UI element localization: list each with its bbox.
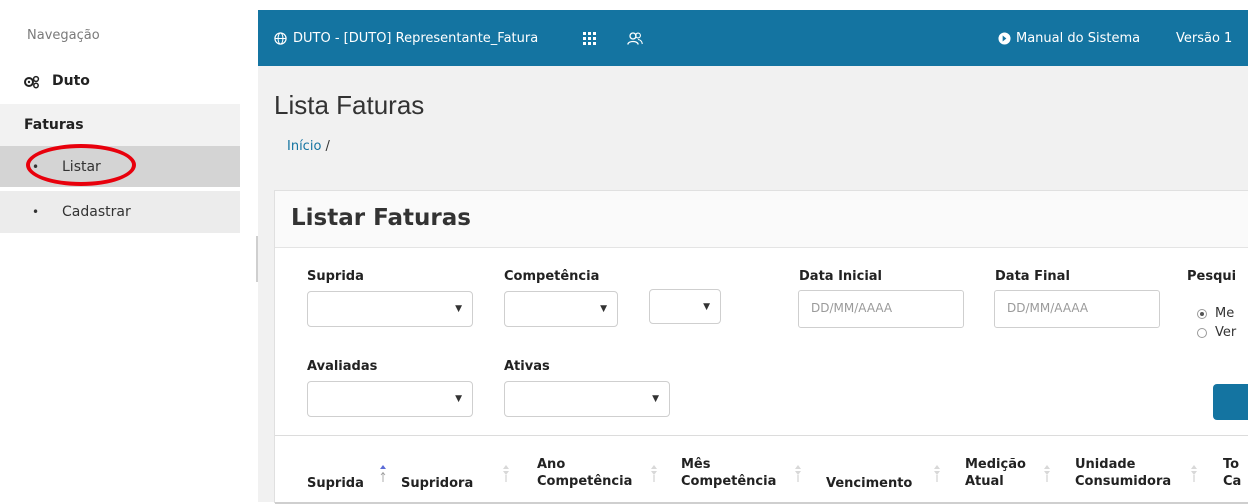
sidebar-item-cadastrar[interactable]: • Cadastrar <box>0 191 240 233</box>
breadcrumb-home-link[interactable]: Início <box>287 139 321 154</box>
sort-asc-icon[interactable] <box>377 463 389 483</box>
caret-down-icon: ▼ <box>600 304 607 314</box>
data-final-label: Data Final <box>995 269 1070 284</box>
nav-heading: Navegação <box>27 28 100 43</box>
version-label: Versão 1 <box>1176 30 1233 46</box>
bullet: • <box>32 159 40 174</box>
radio-selected-icon <box>1197 308 1207 319</box>
page-title: Lista Faturas <box>274 90 425 120</box>
radio-empty-icon <box>1197 327 1207 338</box>
competencia-month-select[interactable]: ▼ <box>504 291 618 327</box>
data-inicial-input[interactable]: DD/MM/AAAA <box>798 290 964 328</box>
th-line: Ca <box>1223 474 1242 489</box>
panel-title: Listar Faturas <box>291 205 471 231</box>
th-line: Atual <box>965 474 1004 489</box>
data-inicial-label: Data Inicial <box>799 269 883 284</box>
ativas-label: Ativas <box>504 359 550 374</box>
sort-icon[interactable] <box>1188 463 1200 483</box>
users-button[interactable] <box>627 10 643 66</box>
sidebar: Navegação Duto Faturas • Listar • Cadast… <box>0 0 240 235</box>
th-line: To <box>1223 457 1240 472</box>
th-line: Competência <box>681 474 777 489</box>
ativas-select[interactable]: ▼ <box>504 381 670 417</box>
th-line: Medição <box>965 457 1026 472</box>
th-mes-competencia[interactable]: Mês Competência <box>681 456 776 490</box>
sort-icon[interactable] <box>792 463 804 483</box>
th-supridora[interactable]: Supridora <box>401 475 473 492</box>
globe-icon <box>274 31 287 45</box>
sidebar-item-label: Listar <box>62 158 101 175</box>
sort-icon[interactable] <box>931 463 943 483</box>
users-icon <box>627 31 643 45</box>
sidebar-item-faturas[interactable]: Faturas <box>0 104 240 146</box>
sidebar-item-label: Cadastrar <box>62 204 131 220</box>
caret-down-icon: ▼ <box>455 304 462 314</box>
radio-option-2[interactable]: Ver <box>1197 325 1236 340</box>
pesquisa-label: Pesqui <box>1187 269 1237 284</box>
caret-down-icon: ▼ <box>455 394 462 404</box>
brand-link[interactable]: DUTO - [DUTO] Representante_Fatura <box>274 10 538 66</box>
main-content: Lista Faturas Início / Listar Faturas Su… <box>258 66 1248 504</box>
th-line: Ano <box>537 457 566 472</box>
th-ano-competencia[interactable]: Ano Competência <box>537 456 632 490</box>
search-button[interactable] <box>1213 384 1248 420</box>
panel-header: Listar Faturas <box>275 191 1248 248</box>
arrow-circle-icon <box>998 31 1011 45</box>
avaliadas-label: Avaliadas <box>307 359 378 374</box>
competencia-label: Competência <box>504 269 600 284</box>
th-line: Consumidora <box>1075 474 1172 489</box>
th-total-cut[interactable]: To Ca <box>1223 456 1241 490</box>
sort-icon[interactable] <box>500 463 512 483</box>
sort-icon[interactable] <box>648 463 660 483</box>
th-suprida[interactable]: Suprida <box>307 475 364 492</box>
sort-icon[interactable] <box>1041 463 1053 483</box>
manual-link[interactable]: Manual do Sistema <box>998 10 1140 66</box>
competencia-year-select[interactable]: ▼ <box>649 289 721 324</box>
caret-down-icon: ▼ <box>703 302 710 312</box>
radio-option-1[interactable]: Me <box>1197 306 1234 321</box>
breadcrumb: Início / <box>287 139 330 154</box>
sidebar-item-listar[interactable]: • Listar <box>0 146 240 187</box>
th-line: Competência <box>537 474 633 489</box>
th-line: Unidade <box>1075 457 1136 472</box>
radio-label: Me <box>1215 306 1235 321</box>
list-panel: Listar Faturas Suprida ▼ Competência ▼ ▼… <box>274 190 1248 504</box>
table-header: Suprida Supridora Ano Competência Mês Co… <box>275 435 1248 504</box>
breadcrumb-separator: / <box>321 139 330 154</box>
top-navbar: DUTO - [DUTO] Representante_Fatura Manua… <box>258 10 1248 66</box>
th-vencimento[interactable]: Vencimento <box>826 475 912 492</box>
manual-label: Manual do Sistema <box>1016 30 1141 46</box>
sidebar-item-label: Faturas <box>24 117 84 133</box>
avaliadas-select[interactable]: ▼ <box>307 381 473 417</box>
sidebar-item-label: Duto <box>52 73 90 89</box>
sidebar-item-duto[interactable]: Duto <box>24 62 240 100</box>
brand-label: DUTO - [DUTO] Representante_Fatura <box>293 30 539 46</box>
suprida-label: Suprida <box>307 269 364 284</box>
grid-icon <box>583 31 596 45</box>
bullet: • <box>32 205 40 219</box>
th-line: Mês <box>681 457 711 472</box>
th-unidade-consumidora[interactable]: Unidade Consumidora <box>1075 456 1171 490</box>
caret-down-icon: ▼ <box>652 394 659 404</box>
suprida-select[interactable]: ▼ <box>307 291 473 327</box>
data-final-input[interactable]: DD/MM/AAAA <box>994 290 1160 328</box>
th-medicao-atual[interactable]: Medição Atual <box>965 456 1026 490</box>
apps-button[interactable] <box>583 10 596 66</box>
gears-icon <box>24 75 40 89</box>
radio-label: Ver <box>1215 325 1237 340</box>
